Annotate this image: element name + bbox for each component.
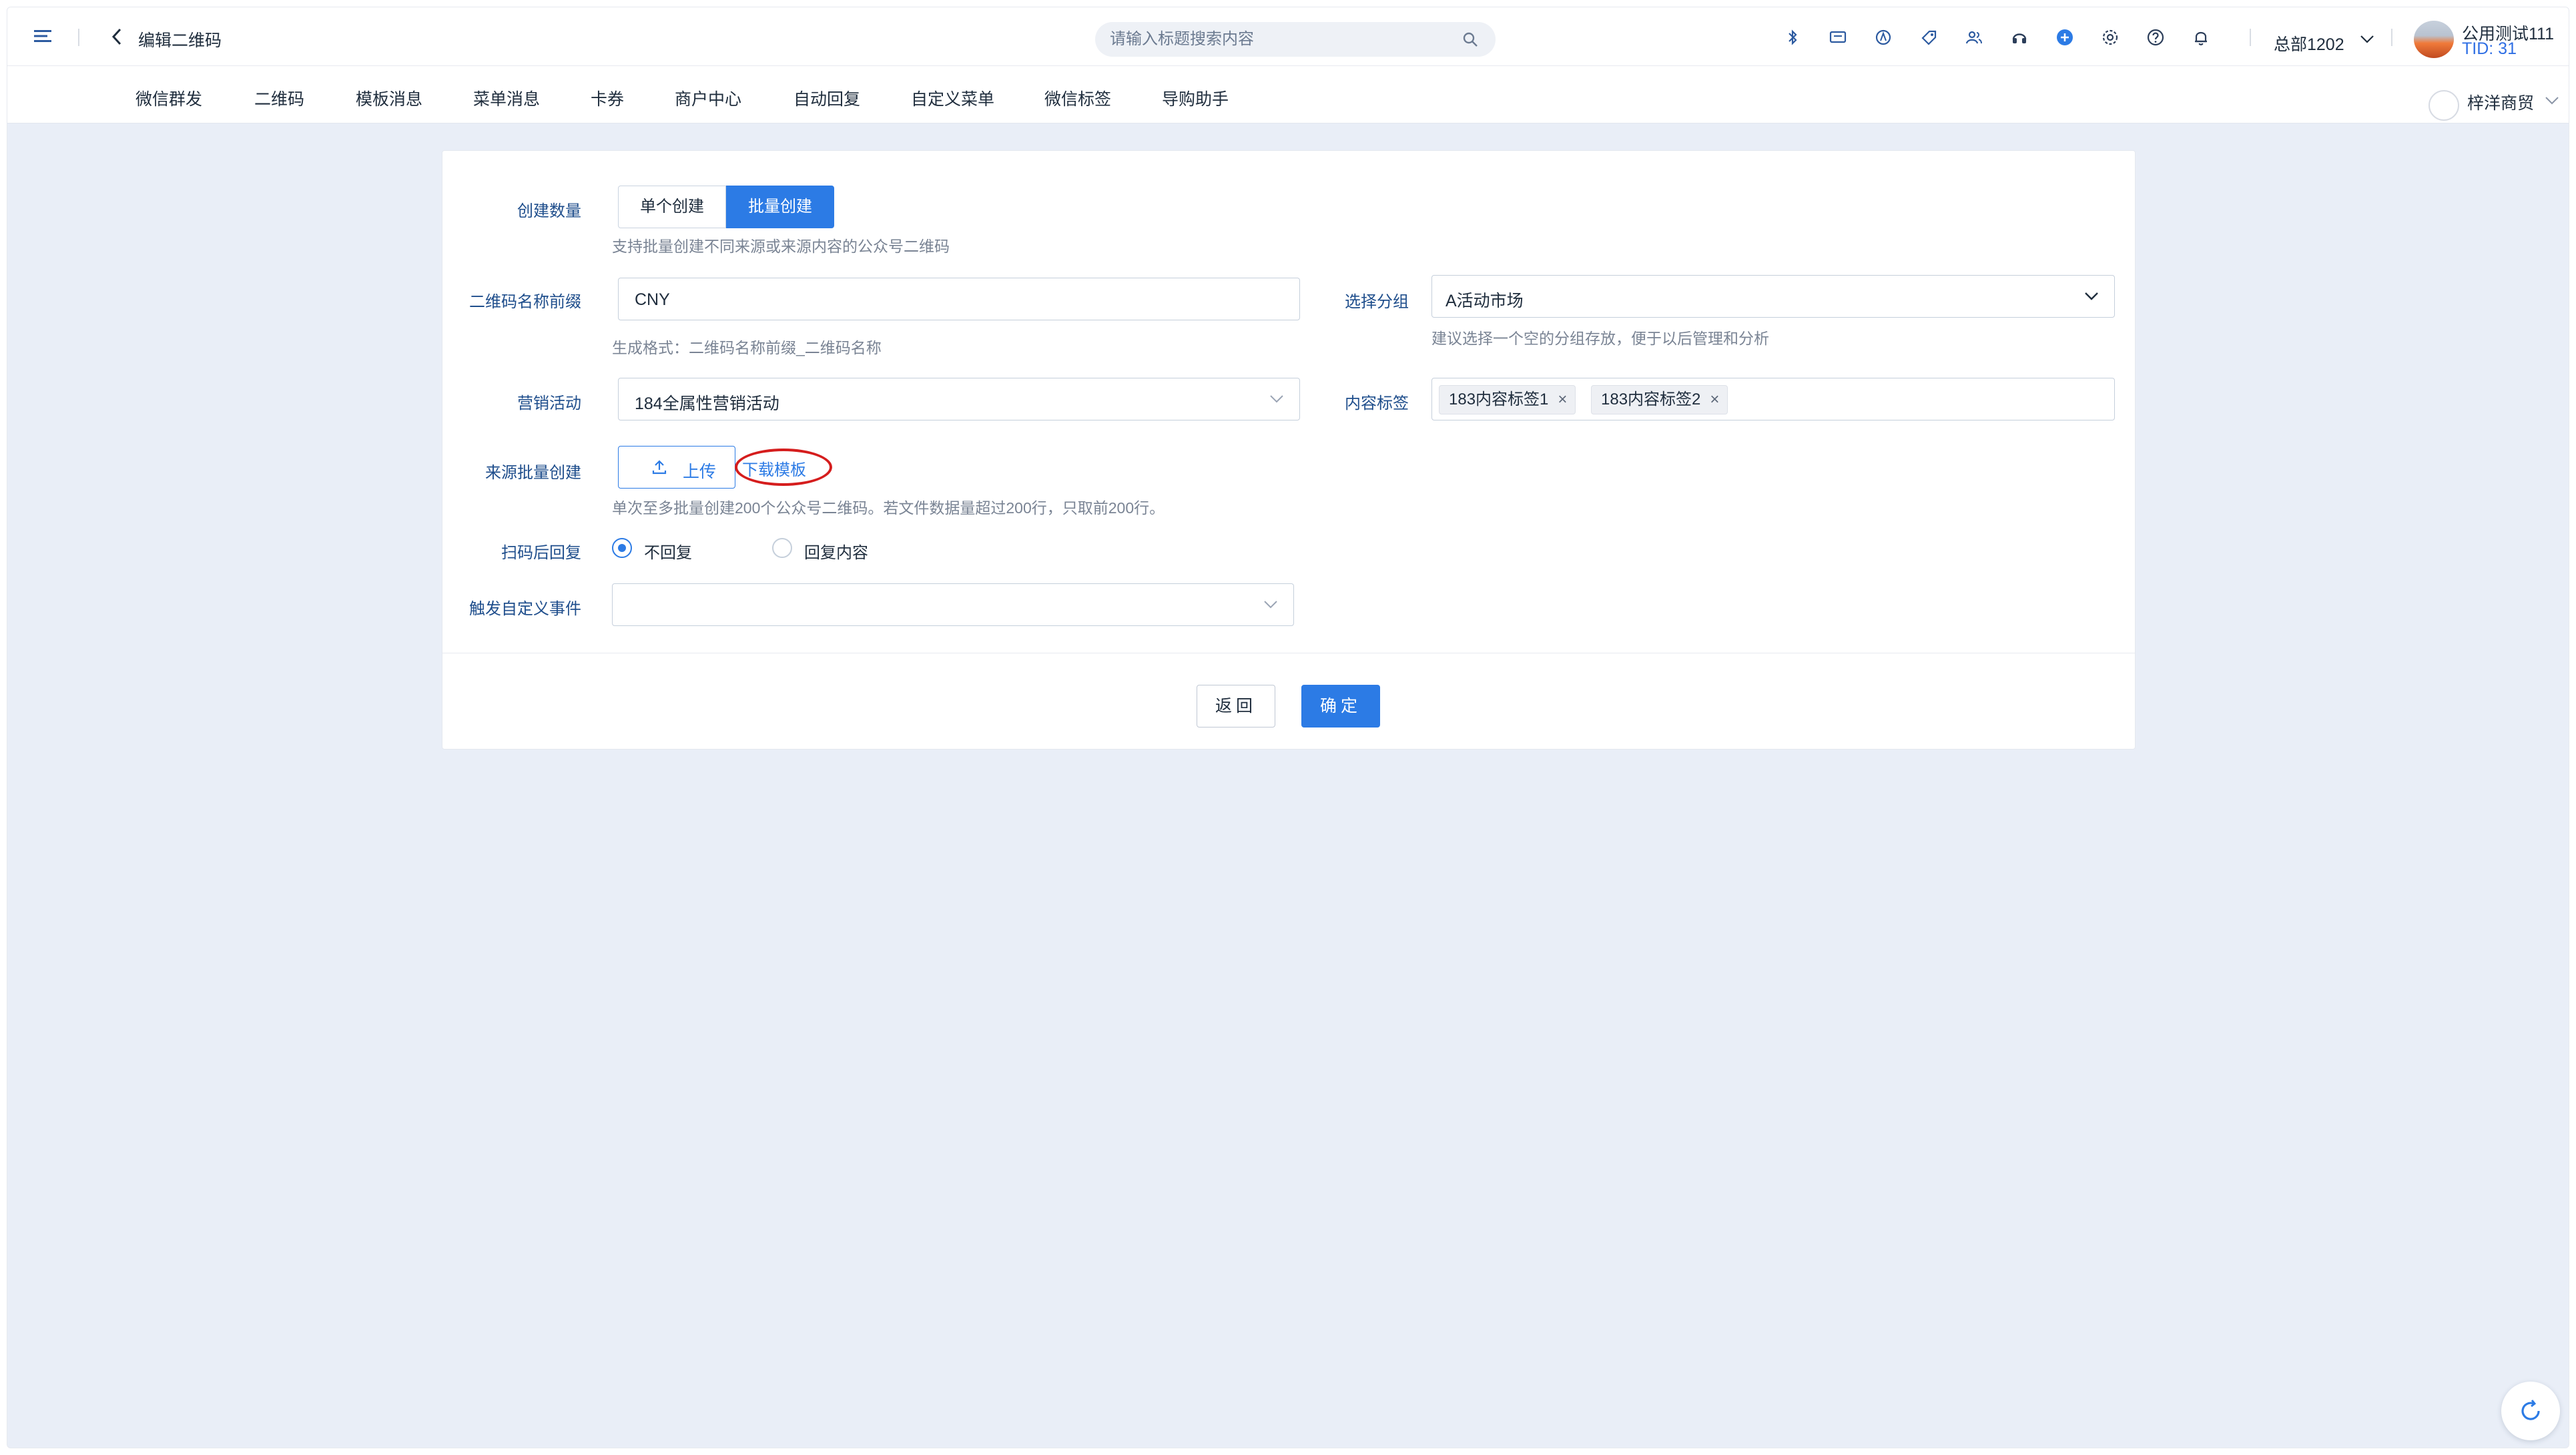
shop-selector[interactable]: 梓洋商贸 — [2467, 90, 2534, 114]
menu-icon[interactable] — [33, 27, 54, 45]
source-batch-hint: 单次至多批量创建200个公众号二维码。若文件数据量超过200行，只取前200行。 — [612, 499, 1165, 517]
upload-label: 上传 — [683, 463, 717, 481]
upload-button[interactable]: 上传 — [618, 446, 735, 489]
nav-item-auto-reply[interactable]: 自动回复 — [793, 86, 860, 110]
chevron-down-icon[interactable] — [1263, 599, 1279, 611]
content-tag-label: 183内容标签1 — [1449, 390, 1549, 408]
nav-item-wechat-broadcast[interactable]: 微信群发 — [135, 86, 202, 110]
nav-item-custom-menu[interactable]: 自定义菜单 — [911, 86, 994, 110]
back-button[interactable]: 返回 — [1197, 685, 1275, 728]
name-prefix-value: CNY — [635, 290, 670, 309]
create-count-label: 创建数量 — [517, 202, 581, 220]
chevron-down-icon[interactable] — [2360, 34, 2374, 45]
brand-icon[interactable] — [1873, 27, 1893, 47]
content-tags-input[interactable]: 183内容标签1 × 183内容标签2 × — [1431, 378, 2115, 420]
custom-event-label: 触发自定义事件 — [469, 600, 581, 618]
main-nav: 微信群发 二维码 模板消息 菜单消息 卡券 商户中心 自动回复 自定义菜单 微信… — [7, 66, 2569, 123]
campaign-select[interactable]: 184全属性营销活动 — [618, 378, 1300, 420]
close-icon[interactable]: × — [1710, 386, 1719, 414]
reply-content-label[interactable]: 回复内容 — [804, 539, 868, 563]
single-create-option[interactable]: 单个创建 — [618, 186, 726, 228]
custom-event-select[interactable] — [612, 583, 1294, 626]
org-selector[interactable]: 总部1202 — [2274, 31, 2344, 55]
name-prefix-input[interactable]: CNY — [618, 278, 1300, 320]
content-tag: 183内容标签1 × — [1439, 385, 1576, 414]
divider — [2250, 29, 2251, 46]
chevron-down-icon[interactable] — [2545, 95, 2559, 106]
name-prefix-label: 二维码名称前缀 — [469, 293, 581, 311]
top-bar: 编辑二维码 总部1202 公用测试111 TID: 31 — [7, 7, 2569, 66]
chevron-down-icon[interactable] — [1269, 393, 1285, 405]
campaign-value: 184全属性营销活动 — [635, 394, 779, 413]
app-window: 编辑二维码 总部1202 公用测试111 TID: 31 — [7, 7, 2569, 1448]
gear-icon[interactable] — [2100, 27, 2120, 47]
upload-icon — [651, 459, 668, 476]
content-tag-label: 183内容标签2 — [1601, 390, 1701, 408]
name-prefix-hint: 生成格式：二维码名称前缀_二维码名称 — [612, 339, 882, 356]
global-search[interactable] — [1095, 22, 1496, 57]
no-reply-radio[interactable] — [612, 538, 632, 558]
nav-item-wechat-tags[interactable]: 微信标签 — [1044, 86, 1111, 110]
batch-create-option[interactable]: 批量创建 — [726, 186, 834, 228]
nav-item-qrcode[interactable]: 二维码 — [254, 86, 304, 110]
shop-logo[interactable] — [2429, 90, 2459, 121]
campaign-label: 营销活动 — [517, 394, 581, 412]
confirm-button[interactable]: 确定 — [1301, 685, 1380, 728]
search-icon[interactable] — [1462, 31, 1478, 47]
divider — [2391, 29, 2392, 46]
close-icon[interactable]: × — [1558, 386, 1567, 414]
bluetooth-icon[interactable] — [1783, 27, 1803, 47]
back-arrow-icon[interactable] — [107, 26, 126, 47]
refresh-support-icon — [2521, 1400, 2540, 1420]
highlight-circle — [735, 449, 832, 486]
group-value: A活动市场 — [1445, 292, 1524, 310]
users-icon[interactable] — [1964, 27, 1984, 47]
content-tag: 183内容标签2 × — [1591, 385, 1728, 414]
support-button[interactable] — [2501, 1382, 2560, 1440]
nav-item-template-message[interactable]: 模板消息 — [356, 86, 422, 110]
nav-item-coupon[interactable]: 卡券 — [591, 86, 624, 110]
toolbar-icons — [1783, 27, 2211, 47]
group-label: 选择分组 — [1345, 293, 1409, 311]
bell-icon[interactable] — [2191, 27, 2211, 47]
content-tags-label: 内容标签 — [1345, 394, 1409, 412]
source-batch-label: 来源批量创建 — [485, 464, 581, 482]
nav-item-menu-message[interactable]: 菜单消息 — [473, 86, 540, 110]
add-circle-icon[interactable] — [2055, 27, 2075, 47]
search-input[interactable] — [1110, 22, 1443, 57]
create-count-hint: 支持批量创建不同来源或来源内容的公众号二维码 — [612, 238, 950, 255]
scan-reply-label: 扫码后回复 — [501, 544, 581, 562]
qrcode-form-card: 创建数量 单个创建 批量创建 支持批量创建不同来源或来源内容的公众号二维码 二维… — [442, 150, 2136, 750]
nav-item-merchant-center[interactable]: 商户中心 — [675, 86, 741, 110]
chevron-down-icon[interactable] — [2083, 290, 2100, 302]
group-hint: 建议选择一个空的分组存放，便于以后管理和分析 — [1431, 330, 1769, 347]
divider — [78, 29, 79, 46]
nav-item-shopping-guide[interactable]: 导购助手 — [1162, 86, 1229, 110]
avatar[interactable] — [2414, 21, 2454, 58]
headset-icon[interactable] — [2009, 27, 2029, 47]
create-count-toggle: 单个创建 批量创建 — [618, 186, 834, 228]
tag-icon[interactable] — [1919, 27, 1939, 47]
no-reply-label[interactable]: 不回复 — [644, 539, 692, 563]
help-icon[interactable] — [2146, 27, 2166, 47]
reply-content-radio[interactable] — [772, 538, 792, 558]
user-tid: TID: 31 — [2462, 39, 2517, 58]
message-icon[interactable] — [1828, 27, 1848, 47]
group-select[interactable]: A活动市场 — [1431, 275, 2115, 318]
page-title: 编辑二维码 — [138, 31, 222, 50]
